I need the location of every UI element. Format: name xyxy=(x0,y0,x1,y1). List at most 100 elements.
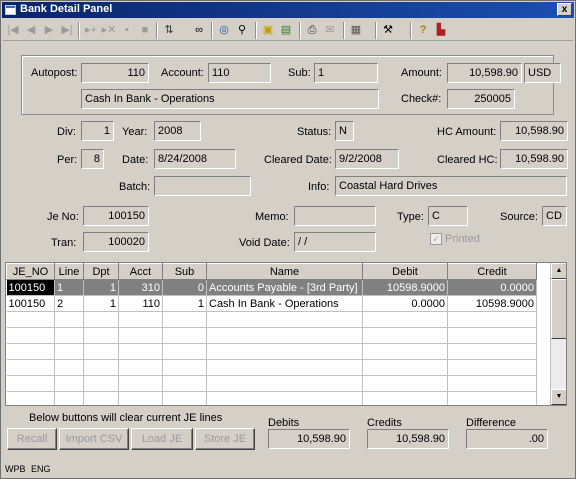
recall-button[interactable]: Recall xyxy=(7,428,57,450)
column-header-sub[interactable]: Sub xyxy=(162,263,207,280)
div-field[interactable]: 1 xyxy=(81,121,114,141)
scroll-up-icon[interactable]: ▲ xyxy=(551,263,566,279)
column-header-line[interactable]: Line xyxy=(54,263,84,280)
batch-field[interactable] xyxy=(154,176,251,196)
column-header-je-no[interactable]: JE_NO xyxy=(6,263,55,280)
hc-amount-label: HC Amount: xyxy=(437,126,497,138)
info-field[interactable]: Coastal Hard Drives xyxy=(335,176,567,196)
find-binoculars-icon[interactable]: ∞ xyxy=(191,22,207,39)
toolbar-separator xyxy=(375,22,377,39)
scroll-thumb[interactable] xyxy=(551,279,566,339)
column-header-acct[interactable]: Acct xyxy=(118,263,163,280)
exit-icon[interactable]: ▙ xyxy=(433,22,449,39)
first-record-icon[interactable]: |◀ xyxy=(5,22,21,39)
title-bar[interactable]: Bank Detail Panel x xyxy=(2,2,574,18)
column-header-credit[interactable]: Credit xyxy=(447,263,537,280)
void-date-label: Void Date: xyxy=(239,237,290,249)
empty-row[interactable] xyxy=(6,311,537,328)
sort-icon[interactable]: ⇅ xyxy=(161,22,177,39)
import-csv-button[interactable]: Import CSV xyxy=(59,428,129,450)
cell-line[interactable]: 2 xyxy=(54,295,84,312)
column-header-debit[interactable]: Debit xyxy=(362,263,448,280)
printed-checkbox[interactable]: ✓ xyxy=(430,233,442,245)
toolbar-separator xyxy=(410,22,412,39)
zoom-icon[interactable]: ◎ xyxy=(216,22,232,39)
tools-icon[interactable]: ⚒ xyxy=(380,22,396,39)
cell-sub[interactable]: 0 xyxy=(162,279,207,296)
year-field[interactable]: 2008 xyxy=(154,121,201,141)
account-field[interactable]: 110 xyxy=(208,63,271,83)
window-title: Bank Detail Panel xyxy=(20,3,113,15)
je-no-field[interactable]: 100150 xyxy=(83,206,149,226)
delete-record-icon[interactable]: ▸✕ xyxy=(101,22,117,39)
cell-credit[interactable]: 0.0000 xyxy=(447,279,537,296)
prev-record-icon[interactable]: ◀ xyxy=(23,22,39,39)
type-field[interactable]: C xyxy=(428,206,468,226)
grid-vertical-scrollbar[interactable]: ▲ ▼ xyxy=(550,263,566,405)
amount-field[interactable]: 10,598.90 xyxy=(447,63,522,83)
empty-row[interactable] xyxy=(6,343,537,360)
print-icon[interactable]: ⎙ xyxy=(304,22,320,39)
cell-acct[interactable]: 110 xyxy=(118,295,163,312)
column-header-name[interactable]: Name xyxy=(206,263,363,280)
empty-row[interactable] xyxy=(6,375,537,392)
cleared-date-field[interactable]: 9/2/2008 xyxy=(335,149,399,169)
cell-sub[interactable]: 1 xyxy=(162,295,207,312)
image-icon[interactable]: ▣ xyxy=(260,22,276,39)
currency-field[interactable]: USD xyxy=(524,63,561,83)
sub-field[interactable]: 1 xyxy=(314,63,378,83)
next-record-icon[interactable]: ▶ xyxy=(41,22,57,39)
memo-field[interactable] xyxy=(294,206,376,226)
source-field[interactable]: CD xyxy=(542,206,567,226)
scroll-down-icon[interactable]: ▼ xyxy=(551,389,566,405)
difference-total: .00 xyxy=(466,429,548,449)
load-je-button[interactable]: Load JE xyxy=(131,428,193,450)
last-record-icon[interactable]: ▶| xyxy=(59,22,75,39)
cell-acct[interactable]: 310 xyxy=(118,279,163,296)
toolbar-separator xyxy=(255,22,257,39)
hc-amount-field[interactable]: 10,598.90 xyxy=(500,121,568,141)
per-field[interactable]: 8 xyxy=(81,149,104,169)
cell-debit[interactable]: 10598.9000 xyxy=(362,279,448,296)
cell-debit[interactable]: 0.0000 xyxy=(362,295,448,312)
date-field[interactable]: 8/24/2008 xyxy=(154,149,236,169)
help-icon[interactable]: ? xyxy=(415,22,431,39)
debits-total: 10,598.90 xyxy=(268,429,350,449)
cell-name[interactable]: Cash In Bank - Operations xyxy=(206,295,363,312)
table-row[interactable]: 100150 2 1 110 1 Cash In Bank - Operatio… xyxy=(6,295,537,312)
cell-dpt[interactable]: 1 xyxy=(83,279,119,296)
je-lines-grid[interactable]: JE_NO Line Dpt Acct Sub Name Debit Credi… xyxy=(5,262,567,406)
calculator-icon[interactable]: ▦ xyxy=(348,22,364,39)
cell-je-no[interactable]: 100150 xyxy=(6,295,55,312)
void-date-field[interactable]: / / xyxy=(294,232,376,252)
autopost-field[interactable]: 110 xyxy=(81,63,149,83)
cell-name[interactable]: Accounts Payable - [3rd Party] xyxy=(206,279,363,296)
close-button[interactable]: x xyxy=(557,3,572,16)
empty-row[interactable] xyxy=(6,327,537,344)
mail-icon[interactable]: ✉ xyxy=(322,22,338,39)
status-field[interactable]: N xyxy=(335,121,354,141)
credits-label: Credits xyxy=(367,417,402,429)
toolbar-separator xyxy=(78,22,80,39)
add-record-icon[interactable]: ▸+ xyxy=(83,22,99,39)
column-header-dpt[interactable]: Dpt xyxy=(83,263,119,280)
cell-je-no[interactable]: 100150 xyxy=(6,279,55,296)
per-label: Per: xyxy=(57,154,78,166)
type-label: Type: xyxy=(397,211,424,223)
cleared-hc-field[interactable]: 10,598.90 xyxy=(500,149,568,169)
document-icon[interactable]: ▤ xyxy=(278,22,294,39)
toolbar-separator xyxy=(343,22,345,39)
cell-line[interactable]: 1 xyxy=(54,279,84,296)
empty-row[interactable] xyxy=(6,391,537,405)
table-row[interactable]: 100150 1 1 310 0 Accounts Payable - [3rd… xyxy=(6,279,537,296)
empty-row[interactable] xyxy=(6,359,537,376)
check-field[interactable]: 250005 xyxy=(447,89,515,109)
store-je-button[interactable]: Store JE xyxy=(195,428,255,450)
save-icon[interactable]: ▪ xyxy=(119,22,135,39)
stop-icon[interactable]: ■ xyxy=(137,22,153,39)
status-language: ENG xyxy=(31,464,51,474)
search-icon[interactable]: ⚲ xyxy=(234,22,250,39)
cell-credit[interactable]: 10598.9000 xyxy=(447,295,537,312)
tran-field[interactable]: 100020 xyxy=(83,232,149,252)
cell-dpt[interactable]: 1 xyxy=(83,295,119,312)
